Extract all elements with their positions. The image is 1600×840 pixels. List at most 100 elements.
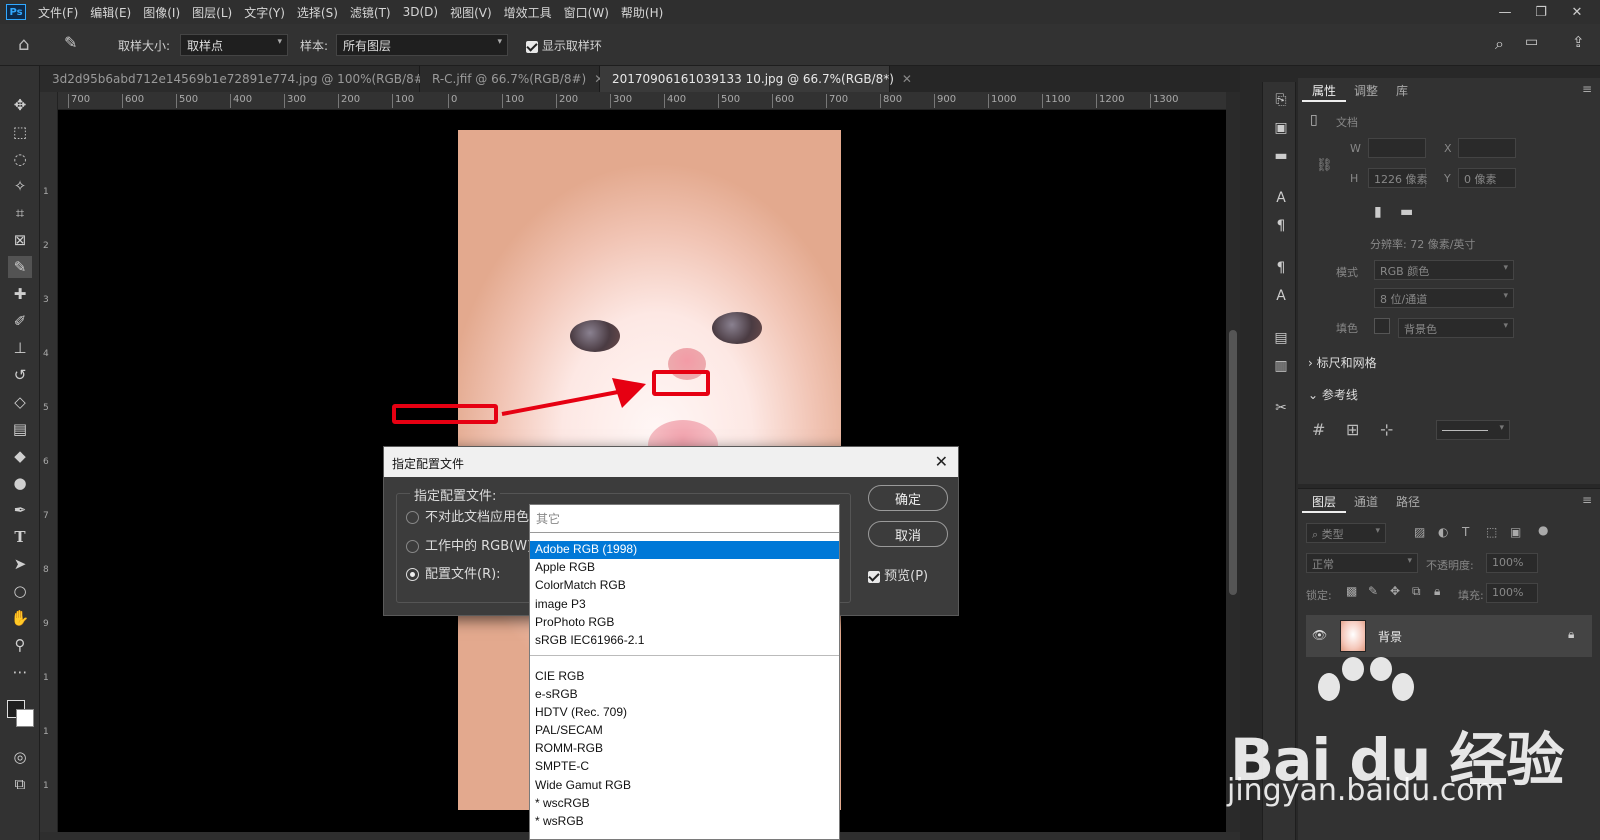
move-tool-icon[interactable]: ✥	[8, 94, 32, 116]
profile-option[interactable]: ROMM-RGB	[530, 740, 839, 758]
section-rulers-grids[interactable]: › 标尺和网格	[1308, 354, 1377, 371]
lock-paint-icon[interactable]: ✎	[1368, 584, 1378, 598]
panel-menu-icon[interactable]: ≡	[1582, 493, 1592, 507]
profile-option[interactable]: sRGB IEC61966-2.1	[530, 632, 839, 650]
tool-presets-icon[interactable]: ✂	[1271, 398, 1291, 418]
magic-wand-icon[interactable]: ✧	[8, 175, 32, 197]
menu-image[interactable]: 图像(I)	[137, 4, 186, 21]
scrollbar-thumb[interactable]	[1229, 330, 1237, 595]
x-field[interactable]	[1458, 138, 1516, 158]
close-window-button[interactable]: ✕	[1562, 0, 1592, 24]
profile-option[interactable]: CIE RGB	[530, 668, 839, 686]
frame-tool-icon[interactable]: ⊠	[8, 229, 32, 251]
layer-filter-select[interactable]: ⌕ 类型 ▾	[1306, 523, 1386, 543]
profile-option[interactable]: image P3	[530, 596, 839, 614]
adjustment-filter-icon[interactable]: ◐	[1438, 525, 1448, 539]
radio-dont-apply[interactable]: 不对此文档应用色	[406, 506, 529, 525]
tab-document-1[interactable]: 3d2d95b6abd712e14569b1e72891e774.jpg @ 1…	[40, 66, 456, 92]
visibility-eye-icon[interactable]: 👁︎	[1312, 628, 1327, 642]
bit-depth-select[interactable]: 8 位/通道 ▾	[1374, 288, 1514, 308]
crop-tool-icon[interactable]: ⌗	[8, 202, 32, 224]
menu-3d[interactable]: 3D(D)	[397, 5, 444, 19]
profile-option[interactable]: Apple RGB	[530, 559, 839, 577]
history-brush-icon[interactable]: ↺	[8, 364, 32, 386]
eraser-tool-icon[interactable]: ◇	[8, 391, 32, 413]
profile-option[interactable]: SMPTE-C	[530, 758, 839, 776]
eyedropper-tool-icon[interactable]: ✎	[8, 256, 32, 278]
notes-icon[interactable]: ▥	[1271, 356, 1291, 376]
profile-input[interactable]: 其它	[530, 505, 839, 533]
profile-dropdown-list[interactable]: 其它 Adobe RGB (1998) Apple RGB ColorMatch…	[529, 504, 840, 840]
path-select-icon[interactable]: ➤	[8, 553, 32, 575]
menu-help[interactable]: 帮助(H)	[615, 4, 669, 21]
menu-select[interactable]: 选择(S)	[291, 4, 344, 21]
fill-field[interactable]: 100%	[1486, 583, 1538, 603]
eyedropper-icon[interactable]: ✎	[64, 33, 77, 52]
close-icon[interactable]: ✕	[935, 452, 948, 471]
search-icon[interactable]: ⌕	[1495, 34, 1504, 54]
tab-adjustments[interactable]: 调整	[1344, 78, 1388, 102]
dodge-tool-icon[interactable]: ●	[8, 472, 32, 494]
profile-option[interactable]: HDTV (Rec. 709)	[530, 704, 839, 722]
layer-row-background[interactable]: 👁︎ 背景 🔒︎	[1306, 615, 1592, 657]
workspace-icon[interactable]: ▭	[1525, 34, 1538, 50]
character-icon[interactable]: A	[1271, 188, 1291, 208]
profile-option[interactable]: PAL/SECAM	[530, 722, 839, 740]
menu-type[interactable]: 文字(Y)	[238, 4, 291, 21]
width-field[interactable]	[1368, 138, 1426, 158]
comments-icon[interactable]: ▬	[1271, 146, 1291, 166]
smart-object-filter-icon[interactable]: ▣	[1510, 525, 1521, 539]
restore-button[interactable]: ❐	[1526, 0, 1556, 24]
preview-checkbox[interactable]: 预览(P)	[868, 565, 928, 584]
menu-view[interactable]: 视图(V)	[444, 4, 498, 21]
tab-properties[interactable]: 属性	[1302, 78, 1347, 102]
history-icon[interactable]: ⎘	[1271, 90, 1291, 110]
portrait-icon[interactable]: ▮	[1374, 204, 1382, 220]
profile-option[interactable]: * wsRGB	[530, 813, 839, 831]
guide-layout-icon[interactable]: ⊞	[1346, 420, 1359, 439]
close-icon[interactable]: ✕	[902, 72, 912, 86]
sample-size-select[interactable]: 取样点 ▾	[180, 34, 288, 56]
tab-document-3[interactable]: 20170906161039133 10.jpg @ 66.7%(RGB/8*)…	[600, 66, 912, 92]
grid-icon[interactable]: #	[1312, 420, 1325, 439]
cancel-button[interactable]: 取消	[868, 521, 948, 547]
more-tools-icon[interactable]: ⋯	[8, 661, 32, 683]
height-field[interactable]: 1226 像素	[1368, 168, 1428, 188]
home-icon[interactable]: ⌂	[18, 34, 29, 55]
glyphs-icon[interactable]: A	[1271, 286, 1291, 306]
tab-paths[interactable]: 路径	[1386, 489, 1430, 513]
lasso-tool-icon[interactable]: ◌	[8, 148, 32, 170]
healing-brush-icon[interactable]: ✚	[8, 283, 32, 305]
paragraph-styles-icon[interactable]: ¶	[1271, 258, 1291, 278]
lock-pixels-icon[interactable]: ▩	[1346, 584, 1357, 598]
tab-libraries[interactable]: 库	[1386, 78, 1418, 102]
lock-all-icon[interactable]: 🔒︎	[1434, 584, 1440, 599]
hand-tool-icon[interactable]: ✋	[8, 607, 32, 629]
show-ring-checkbox[interactable]: 显示取样环	[526, 37, 602, 54]
menu-window[interactable]: 窗口(W)	[558, 4, 615, 21]
screen-mode-icon[interactable]: ⧉	[8, 773, 32, 795]
landscape-icon[interactable]: ▬	[1400, 204, 1413, 220]
marquee-tool-icon[interactable]: ⬚	[8, 121, 32, 143]
menu-layer[interactable]: 图层(L)	[186, 4, 238, 21]
menu-edit[interactable]: 编辑(E)	[84, 4, 137, 21]
share-icon[interactable]: ⇪	[1572, 33, 1585, 51]
shape-tool-icon[interactable]: ○	[8, 580, 32, 602]
minimize-button[interactable]: —	[1490, 0, 1520, 24]
type-filter-icon[interactable]: T	[1462, 525, 1469, 539]
filter-toggle-icon[interactable]: ●	[1538, 523, 1548, 537]
gradient-tool-icon[interactable]: ▤	[8, 418, 32, 440]
lock-artboard-icon[interactable]: ⧉	[1412, 584, 1421, 599]
stamp-tool-icon[interactable]: ⊥	[8, 337, 32, 359]
blur-tool-icon[interactable]: ◆	[8, 445, 32, 467]
zoom-tool-icon[interactable]: ⚲	[8, 634, 32, 656]
panel-menu-icon[interactable]: ≡	[1582, 82, 1592, 96]
profile-option[interactable]: Wide Gamut RGB	[530, 777, 839, 795]
menu-plugins[interactable]: 增效工具	[498, 4, 558, 21]
profile-option[interactable]: ProPhoto RGB	[530, 614, 839, 632]
fill-select[interactable]: 背景色 ▾	[1398, 318, 1514, 338]
lock-position-icon[interactable]: ✥	[1390, 584, 1400, 598]
tab-layers[interactable]: 图层	[1302, 489, 1347, 513]
guide-shape-icon[interactable]: ⊹	[1380, 420, 1393, 439]
paragraph-icon[interactable]: ¶	[1271, 216, 1291, 236]
